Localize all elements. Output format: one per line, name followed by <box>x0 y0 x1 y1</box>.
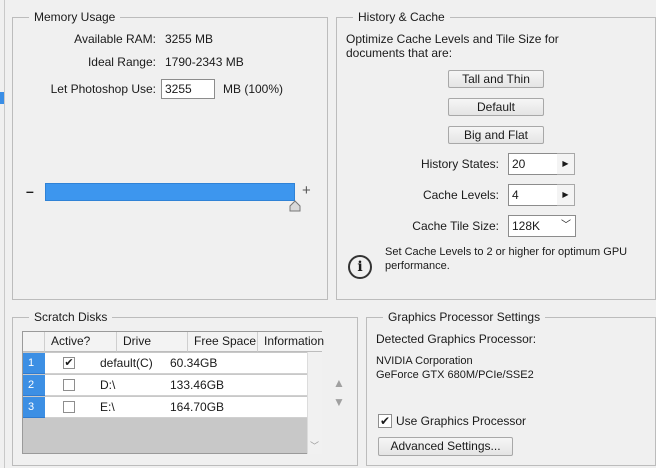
memory-slider-thumb[interactable] <box>288 200 302 215</box>
table-scrollbar[interactable]: ﹀ <box>307 352 322 454</box>
active-checkbox[interactable] <box>63 379 75 391</box>
row-number-header <box>23 332 45 352</box>
let-photoshop-use-label: Let Photoshop Use: <box>50 82 156 96</box>
optimize-description: Optimize Cache Levels and Tile Size for … <box>346 32 559 60</box>
active-checkbox[interactable]: ✔ <box>63 357 75 369</box>
row-number: 3 <box>23 397 45 418</box>
memory-slider-fill <box>46 184 294 200</box>
cache-tile-size-label: Cache Tile Size: <box>412 219 499 233</box>
cache-tile-size-select[interactable]: 128K ﹀ <box>508 215 576 237</box>
active-checkbox[interactable] <box>63 401 75 413</box>
memory-amount-input[interactable]: 3255 <box>161 79 215 99</box>
table-row[interactable]: 3 E:\ 164.70GB <box>23 397 307 418</box>
ideal-range-label: Ideal Range: <box>87 55 156 69</box>
free-space-cell: 60.34GB <box>170 356 218 370</box>
memory-usage-legend: Memory Usage <box>34 10 116 24</box>
tall-thin-button[interactable]: Tall and Thin <box>448 70 544 88</box>
available-ram-value: 3255 MB <box>165 32 214 46</box>
move-up-icon[interactable]: ▲ <box>333 376 345 390</box>
free-space-cell: 133.46GB <box>170 378 225 392</box>
left-panel-edge <box>0 0 5 468</box>
table-row[interactable]: 1 ✔ default(C) 60.34GB <box>23 353 307 374</box>
use-gpu-label[interactable]: Use Graphics Processor <box>396 414 526 428</box>
column-header-drive[interactable]: Drive <box>117 332 188 352</box>
ideal-range-value: 1790-2343 MB <box>165 55 244 69</box>
available-ram-label: Available RAM: <box>74 32 156 46</box>
chevron-down-icon: ﹀ <box>561 220 571 231</box>
history-cache-legend: History & Cache <box>358 10 445 24</box>
scratch-disks-table: Active? Drive Free Space Information 1 ✔… <box>22 331 324 454</box>
drive-cell: D:\ <box>100 378 116 392</box>
column-header-active[interactable]: Active? <box>45 332 117 352</box>
cache-tile-size-value: 128K <box>512 219 541 233</box>
detected-gpu-label: Detected Graphics Processor: <box>376 332 537 346</box>
memory-unit-label: MB (100%) <box>223 82 284 96</box>
history-states-input[interactable]: 20 <box>508 153 558 175</box>
use-gpu-checkbox[interactable]: ✔ <box>378 414 392 428</box>
default-button[interactable]: Default <box>448 98 544 116</box>
move-down-icon[interactable]: ▼ <box>333 395 345 409</box>
row-number: 2 <box>23 375 45 396</box>
memory-slider-track[interactable] <box>45 183 295 201</box>
gpu-vendor: NVIDIA Corporation <box>376 355 473 367</box>
gpu-model: GeForce GTX 680M/PCIe/SSE2 <box>376 369 534 381</box>
scratch-disks-legend: Scratch Disks <box>34 310 108 324</box>
history-states-arrow-icon[interactable]: ▶ <box>557 153 575 175</box>
row-number: 1 <box>23 353 45 374</box>
advanced-settings-button[interactable]: Advanced Settings... <box>378 437 513 456</box>
free-space-cell: 164.70GB <box>170 400 225 414</box>
column-header-information[interactable]: Information <box>258 332 324 352</box>
history-states-label: History States: <box>420 157 499 171</box>
column-header-free-space[interactable]: Free Space <box>188 332 258 352</box>
drive-cell: E:\ <box>100 400 115 414</box>
gpu-cache-info-text: Set Cache Levels to 2 or higher for opti… <box>385 246 628 272</box>
info-icon: i <box>348 255 372 279</box>
memory-increase-icon[interactable]: + <box>302 182 311 199</box>
cache-levels-arrow-icon[interactable]: ▶ <box>557 184 575 206</box>
memory-decrease-icon[interactable]: – <box>26 183 34 199</box>
drive-cell: default(C) <box>100 356 153 370</box>
cache-levels-label: Cache Levels: <box>422 188 499 202</box>
table-row[interactable]: 2 D:\ 133.46GB <box>23 375 307 396</box>
graphics-processor-legend: Graphics Processor Settings <box>388 310 541 324</box>
scroll-down-icon[interactable]: ﹀ <box>310 439 319 452</box>
left-panel-selection-marker <box>0 92 4 104</box>
big-flat-button[interactable]: Big and Flat <box>448 126 544 144</box>
cache-levels-input[interactable]: 4 <box>508 184 558 206</box>
memory-usage-group: Memory Usage <box>12 10 328 300</box>
